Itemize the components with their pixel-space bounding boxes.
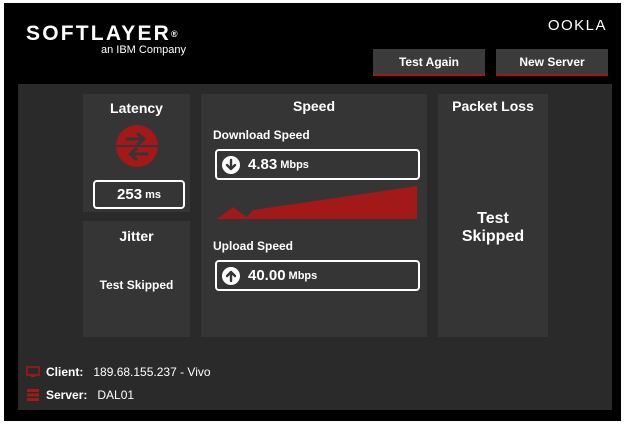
packet-loss-status: Test Skipped [438, 210, 548, 246]
softlayer-logo: SOFTLAYER® an IBM Company [26, 22, 186, 57]
jitter-card: Jitter Test Skipped [83, 221, 190, 337]
server-info: Server: DAL01 [26, 388, 134, 402]
client-value: 189.68.155.237 - Vivo [93, 365, 211, 379]
latency-unit: ms [145, 188, 161, 201]
download-value: 4.83 [248, 156, 278, 173]
ookla-logo: OOKLA [547, 17, 607, 34]
download-speed-label: Download Speed [213, 128, 310, 142]
download-speed-graph [217, 186, 417, 219]
jitter-title: Jitter [119, 228, 154, 244]
upload-value: 40.00 [248, 267, 286, 284]
download-value-box: 4.83 Mbps [215, 149, 420, 180]
logo-text: SOFTLAYER [26, 22, 172, 45]
latency-arrows-icon [115, 124, 159, 168]
logo-subtitle: an IBM Company [101, 44, 186, 56]
upload-value-box: 40.00 Mbps [215, 260, 420, 291]
upload-unit: Mbps [288, 269, 318, 282]
latency-value: 253 [117, 186, 143, 203]
upload-arrow-icon [222, 266, 240, 285]
new-server-button[interactable]: New Server [496, 49, 608, 76]
results-panel: Latency 253 ms Jitter Test Skipped Speed [18, 84, 612, 410]
latency-title: Latency [110, 100, 163, 116]
server-value: DAL01 [97, 388, 135, 402]
server-label: Server: [46, 388, 88, 402]
logo-registered-mark: ® [171, 29, 178, 39]
monitor-icon [26, 366, 40, 378]
speed-card: Speed Download Speed 4.83 Mbps Upload Sp… [201, 94, 427, 337]
server-icon [26, 389, 40, 401]
packet-loss-card: Packet Loss Test Skipped [438, 94, 548, 337]
speedtest-window: SOFTLAYER® an IBM Company OOKLA Test Aga… [4, 3, 621, 421]
client-label: Client: [46, 365, 84, 379]
packet-loss-title: Packet Loss [452, 98, 534, 114]
latency-value-box: 253 ms [93, 180, 185, 209]
latency-card: Latency 253 ms [83, 94, 190, 212]
packet-loss-status-line1: Test [477, 210, 509, 227]
download-arrow-icon [222, 155, 240, 174]
test-again-button[interactable]: Test Again [373, 49, 485, 76]
download-unit: Mbps [280, 158, 309, 171]
packet-loss-status-line2: Skipped [461, 228, 525, 245]
jitter-status: Test Skipped [99, 278, 174, 292]
upload-speed-label: Upload Speed [213, 239, 294, 253]
speed-title: Speed [292, 98, 335, 114]
client-info: Client: 189.68.155.237 - Vivo [26, 365, 211, 379]
